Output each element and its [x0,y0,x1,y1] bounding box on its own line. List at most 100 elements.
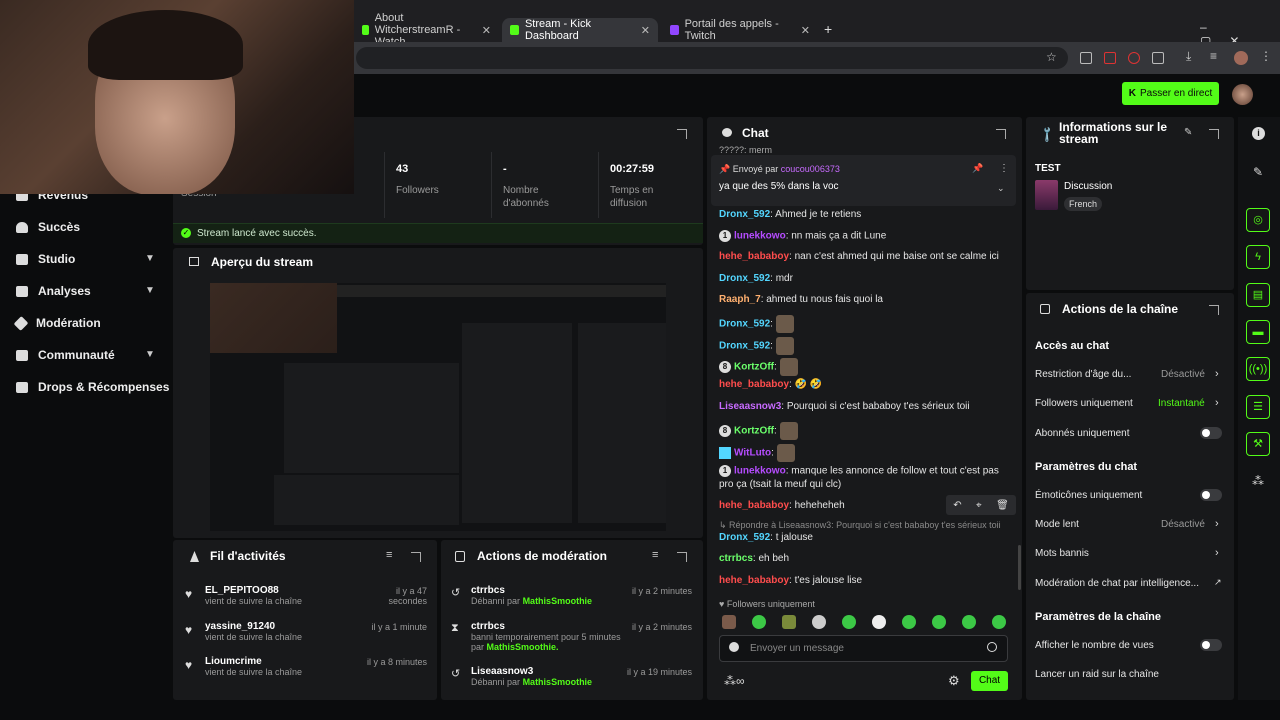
chevron-down-icon[interactable]: ▼ [145,253,155,264]
close-tab-icon[interactable]: ✕ [482,24,491,37]
go-live-button[interactable]: K Passer en direct [1122,82,1219,105]
bookmark-star-icon[interactable]: ☆ [1046,50,1057,64]
users-icon[interactable]: ⁂ [1252,474,1264,488]
raid-label[interactable]: Lancer un raid sur la chaîne [1035,669,1159,680]
slow-mode-label[interactable]: Mode lent [1035,519,1079,530]
expand-icon[interactable] [1209,129,1219,139]
chat-username[interactable]: Dronx_592 [719,341,770,352]
chat-username[interactable]: KortzOff [734,362,774,373]
expand-icon[interactable] [677,129,687,139]
chat-username[interactable]: Raaph_7 [719,294,761,305]
sidebar-item-moderation[interactable]: Modération [13,315,101,331]
activity-user[interactable]: yassine_91240 [205,621,302,632]
sidebar-item-analyses[interactable]: Analyses [16,284,91,298]
chat-username[interactable]: Liseaasnow3 [719,401,781,412]
chat-username[interactable]: KortzOff [734,426,774,437]
pencil-icon[interactable]: ✎ [1253,165,1263,179]
more-icon[interactable]: ⋮ [999,163,1009,174]
filter-icon[interactable]: ≡ [386,549,392,561]
delete-icon[interactable]: 🗑 [996,500,1009,511]
list-icon[interactable]: ☰ [1246,395,1270,419]
emoji-icon[interactable] [987,642,997,652]
reply-icon[interactable]: ↶ [953,500,961,511]
chat-icon[interactable]: ▬ [1246,320,1270,344]
external-link-icon[interactable]: ↗ [1214,577,1222,588]
tab-twitch[interactable]: Portail des appels - Twitch ✕ [662,18,818,42]
moderated-user[interactable]: Liseaasnow3 [471,666,636,677]
unpin-icon[interactable]: 📌 [972,163,983,174]
moderator-name[interactable]: MathisSmoothie [523,596,593,606]
extension-icon[interactable] [1104,52,1116,64]
document-icon[interactable]: ▤ [1246,283,1270,307]
expand-icon[interactable] [411,552,421,562]
viewers-icon[interactable]: ⁂∞ [724,674,745,688]
emotes-only-toggle[interactable] [1200,489,1222,501]
menu-kebab-icon[interactable]: ⋮ [1260,49,1272,63]
moderator-name[interactable]: MathisSmoothie. [487,642,559,652]
extension-icon[interactable] [1128,52,1140,64]
followers-only-label[interactable]: Followers uniquement [1035,398,1133,409]
emote-bar[interactable] [722,615,1022,634]
stream-preview-video[interactable] [210,283,666,531]
target-icon[interactable]: ◎ [1246,208,1270,232]
chat-username[interactable]: WitLuto [734,448,771,459]
activity-user[interactable]: Lioumcrime [205,656,302,667]
chat-username[interactable]: hehe_bababoy [719,500,789,511]
chat-username[interactable]: Dronx_592 [719,319,770,330]
chat-username[interactable]: hehe_bababoy [719,379,789,390]
pin-icon[interactable]: ⌖ [976,500,982,511]
gear-icon[interactable]: ⚙ [948,673,960,689]
broadcast-icon[interactable]: ((•)) [1246,357,1270,381]
expand-icon[interactable] [1209,305,1219,315]
new-tab-icon[interactable]: + [824,21,832,37]
send-chat-button[interactable]: Chat [971,671,1008,691]
view-count-toggle[interactable] [1200,639,1222,651]
chevron-right-icon[interactable]: › [1215,397,1219,409]
user-avatar[interactable] [1232,84,1253,105]
chevron-right-icon[interactable]: › [1215,547,1219,559]
chat-username[interactable]: lunekkowo [734,466,786,477]
media-icon[interactable]: ≡ [1210,49,1222,63]
subscribers-only-toggle[interactable] [1200,427,1222,439]
sidebar-item-communaute[interactable]: Communauté [16,348,115,362]
chevron-down-icon[interactable]: ⌄ [997,183,1005,194]
chat-username[interactable]: Dronx_592 [719,209,770,220]
chat-scrollbar[interactable] [1018,545,1021,590]
extension-icon[interactable] [1080,52,1092,64]
lightning-icon[interactable]: ϟ [1246,245,1270,269]
chat-username[interactable]: hehe_bababoy [719,575,789,586]
sidebar-item-drops[interactable]: Drops & Récompenses [16,380,169,394]
chevron-down-icon[interactable]: ▼ [145,349,155,360]
sidebar-item-studio[interactable]: Studio [16,252,75,266]
chevron-right-icon[interactable]: › [1215,368,1219,380]
banned-words-label[interactable]: Mots bannis [1035,548,1089,559]
download-icon[interactable]: ⤓ [1186,49,1198,63]
expand-icon[interactable] [677,552,687,562]
chat-username[interactable]: hehe_bababoy [719,251,789,262]
filter-icon[interactable]: ≡ [652,549,658,561]
tab-kick-dashboard[interactable]: Stream - Kick Dashboard ✕ [502,18,658,42]
chevron-right-icon[interactable]: › [1215,518,1219,530]
activity-user[interactable]: EL_PEPITOO88 [205,585,302,596]
close-tab-icon[interactable]: ✕ [641,24,650,37]
profile-avatar[interactable] [1234,51,1248,65]
info-icon[interactable]: i [1252,127,1265,140]
chat-username[interactable]: Dronx_592 [719,532,770,543]
chat-username[interactable]: lunekkowo [734,231,786,242]
close-tab-icon[interactable]: ✕ [801,24,810,37]
chevron-down-icon[interactable]: ▼ [145,285,155,296]
expand-icon[interactable] [996,129,1006,139]
wrench-icon[interactable]: ⚒ [1246,432,1270,456]
chat-username[interactable]: Dronx_592 [719,273,770,284]
tab-witcherstream[interactable]: About WitcherstreamR - Watch ✕ [354,12,499,48]
moderator-name[interactable]: MathisSmoothie [523,677,593,687]
moderated-user[interactable]: ctrrbcs [471,621,636,632]
puzzle-icon[interactable] [1152,52,1164,64]
chat-username[interactable]: ctrrbcs [719,553,753,564]
edit-icon[interactable]: ✎ [1184,127,1192,138]
moderated-user[interactable]: ctrrbcs [471,585,636,596]
sidebar-item-succes[interactable]: Succès [16,220,80,234]
ai-moderation-label[interactable]: Modération de chat par intelligence... [1035,578,1199,589]
age-restriction-label[interactable]: Restriction d'âge du... [1035,369,1131,380]
url-input[interactable] [356,47,1068,69]
